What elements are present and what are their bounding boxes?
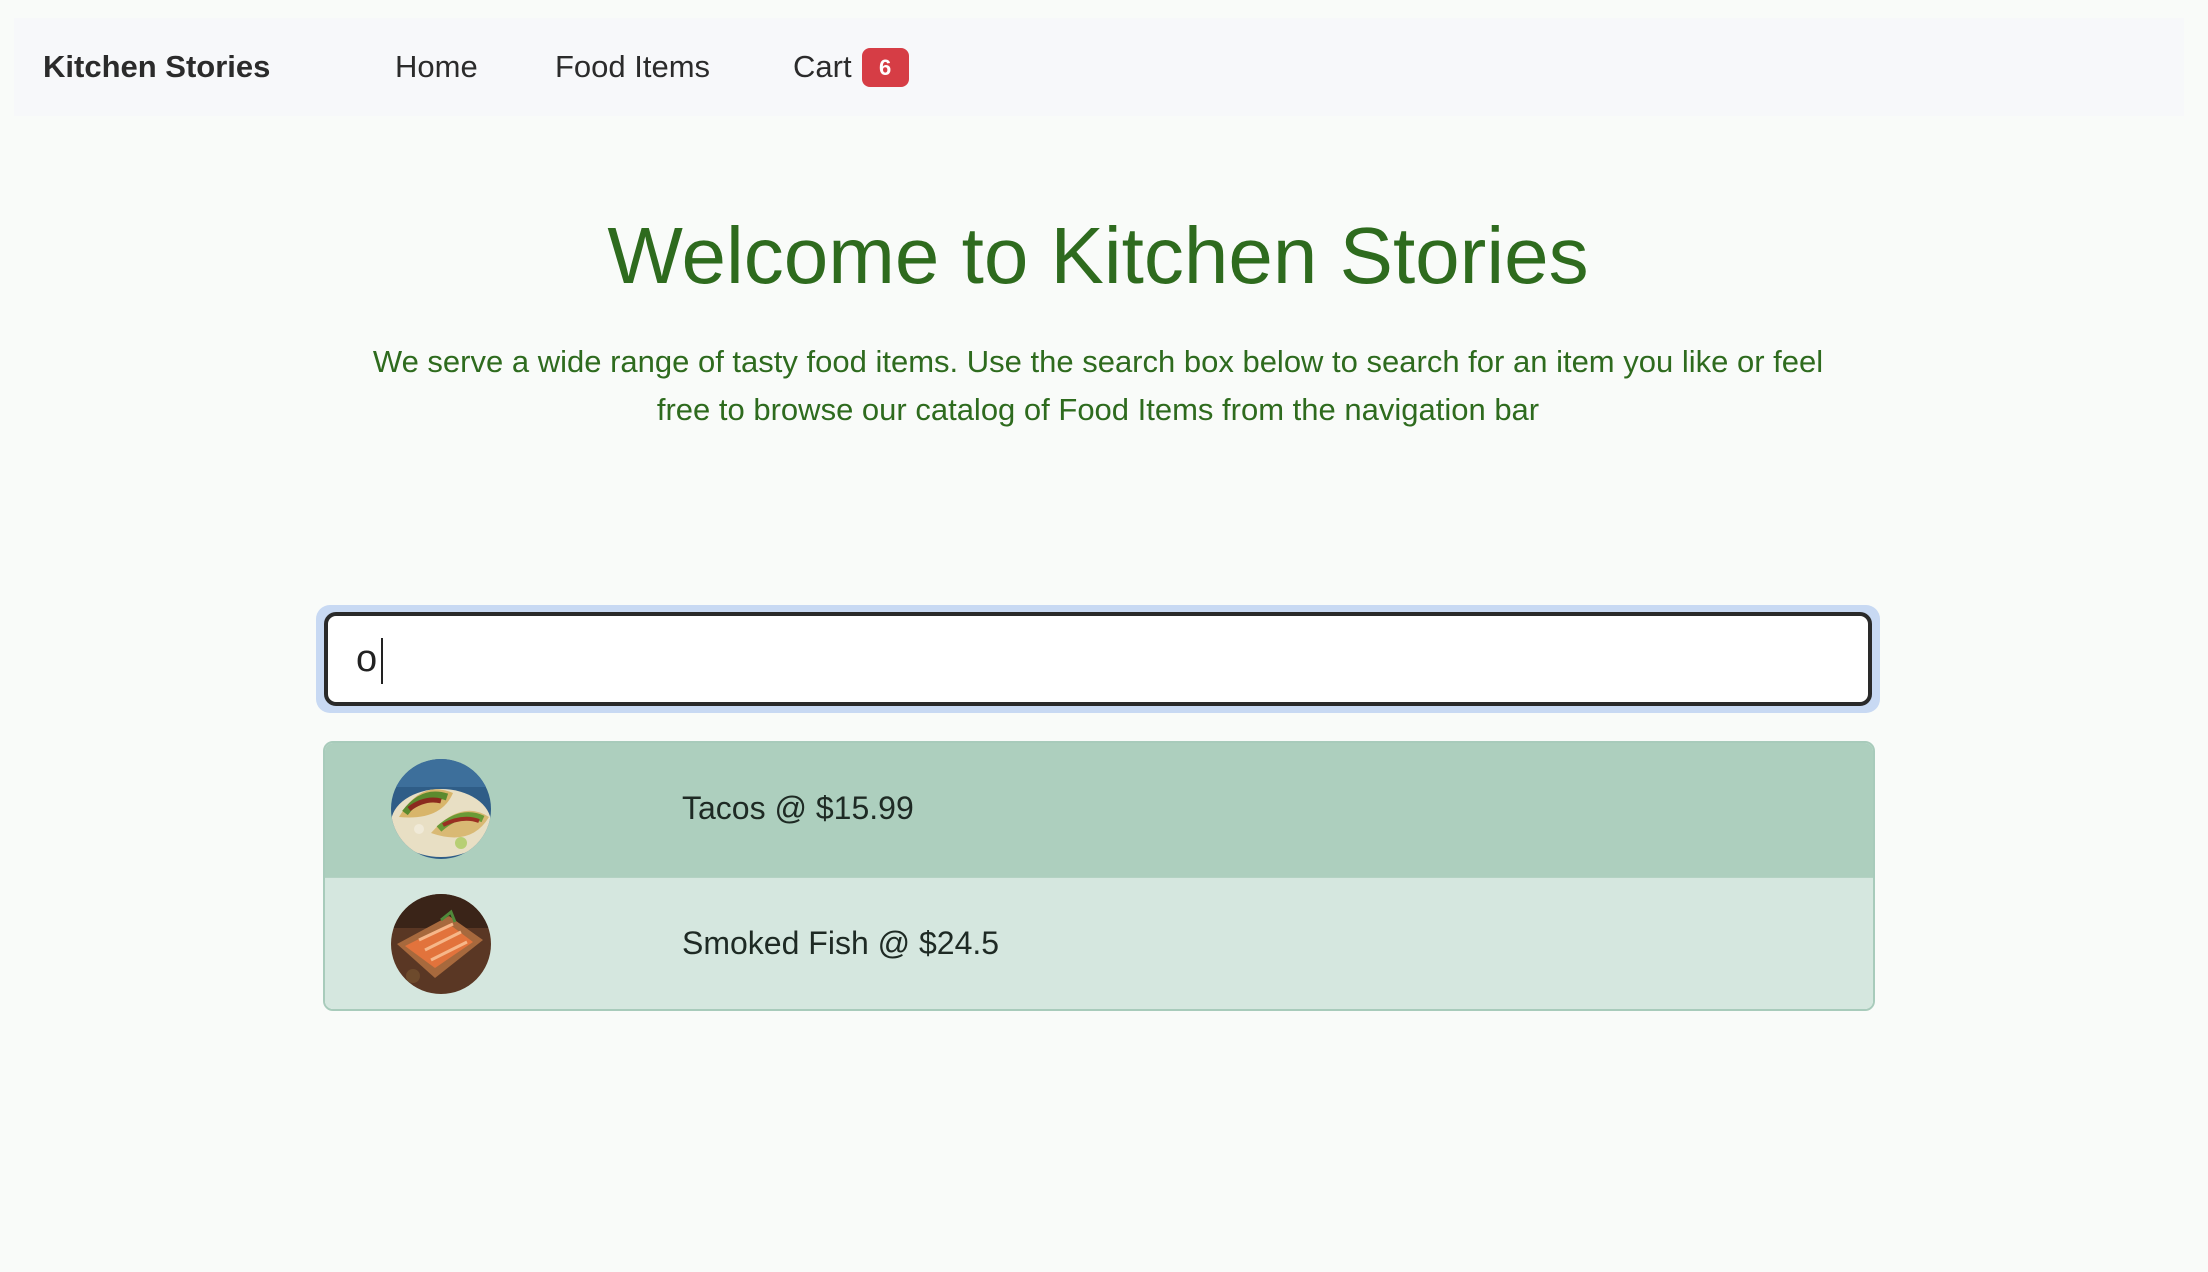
brand-link[interactable]: Kitchen Stories bbox=[43, 49, 270, 85]
smoked-fish-thumbnail-icon bbox=[391, 894, 491, 994]
cart-label: Cart bbox=[793, 49, 852, 84]
cart-count-badge: 6 bbox=[861, 47, 909, 87]
search-focus-ring bbox=[316, 605, 1880, 713]
page-title: Welcome to Kitchen Stories bbox=[607, 211, 1589, 300]
search-result-label: Tacos @ $15.99 bbox=[682, 790, 914, 826]
navbar: Kitchen Stories Home Food Items Cart 6 bbox=[14, 18, 2184, 116]
search-input[interactable] bbox=[324, 612, 1872, 706]
search-result-smoked-fish[interactable]: Smoked Fish @ $24.5 bbox=[325, 877, 1873, 1009]
search-results-list: Tacos @ $15.99 Smoked Fish @ $24.5 bbox=[323, 741, 1875, 1011]
nav-cart-link[interactable]: Cart 6 bbox=[793, 47, 909, 87]
search-result-label: Smoked Fish @ $24.5 bbox=[682, 925, 1000, 961]
nav-food-items-link[interactable]: Food Items bbox=[555, 49, 710, 85]
search-result-tacos[interactable]: Tacos @ $15.99 bbox=[325, 743, 1873, 877]
page-description: We serve a wide range of tasty food item… bbox=[372, 344, 1824, 427]
tacos-thumbnail-icon bbox=[391, 759, 491, 859]
nav-home-link[interactable]: Home bbox=[395, 49, 478, 85]
text-cursor bbox=[381, 638, 383, 684]
